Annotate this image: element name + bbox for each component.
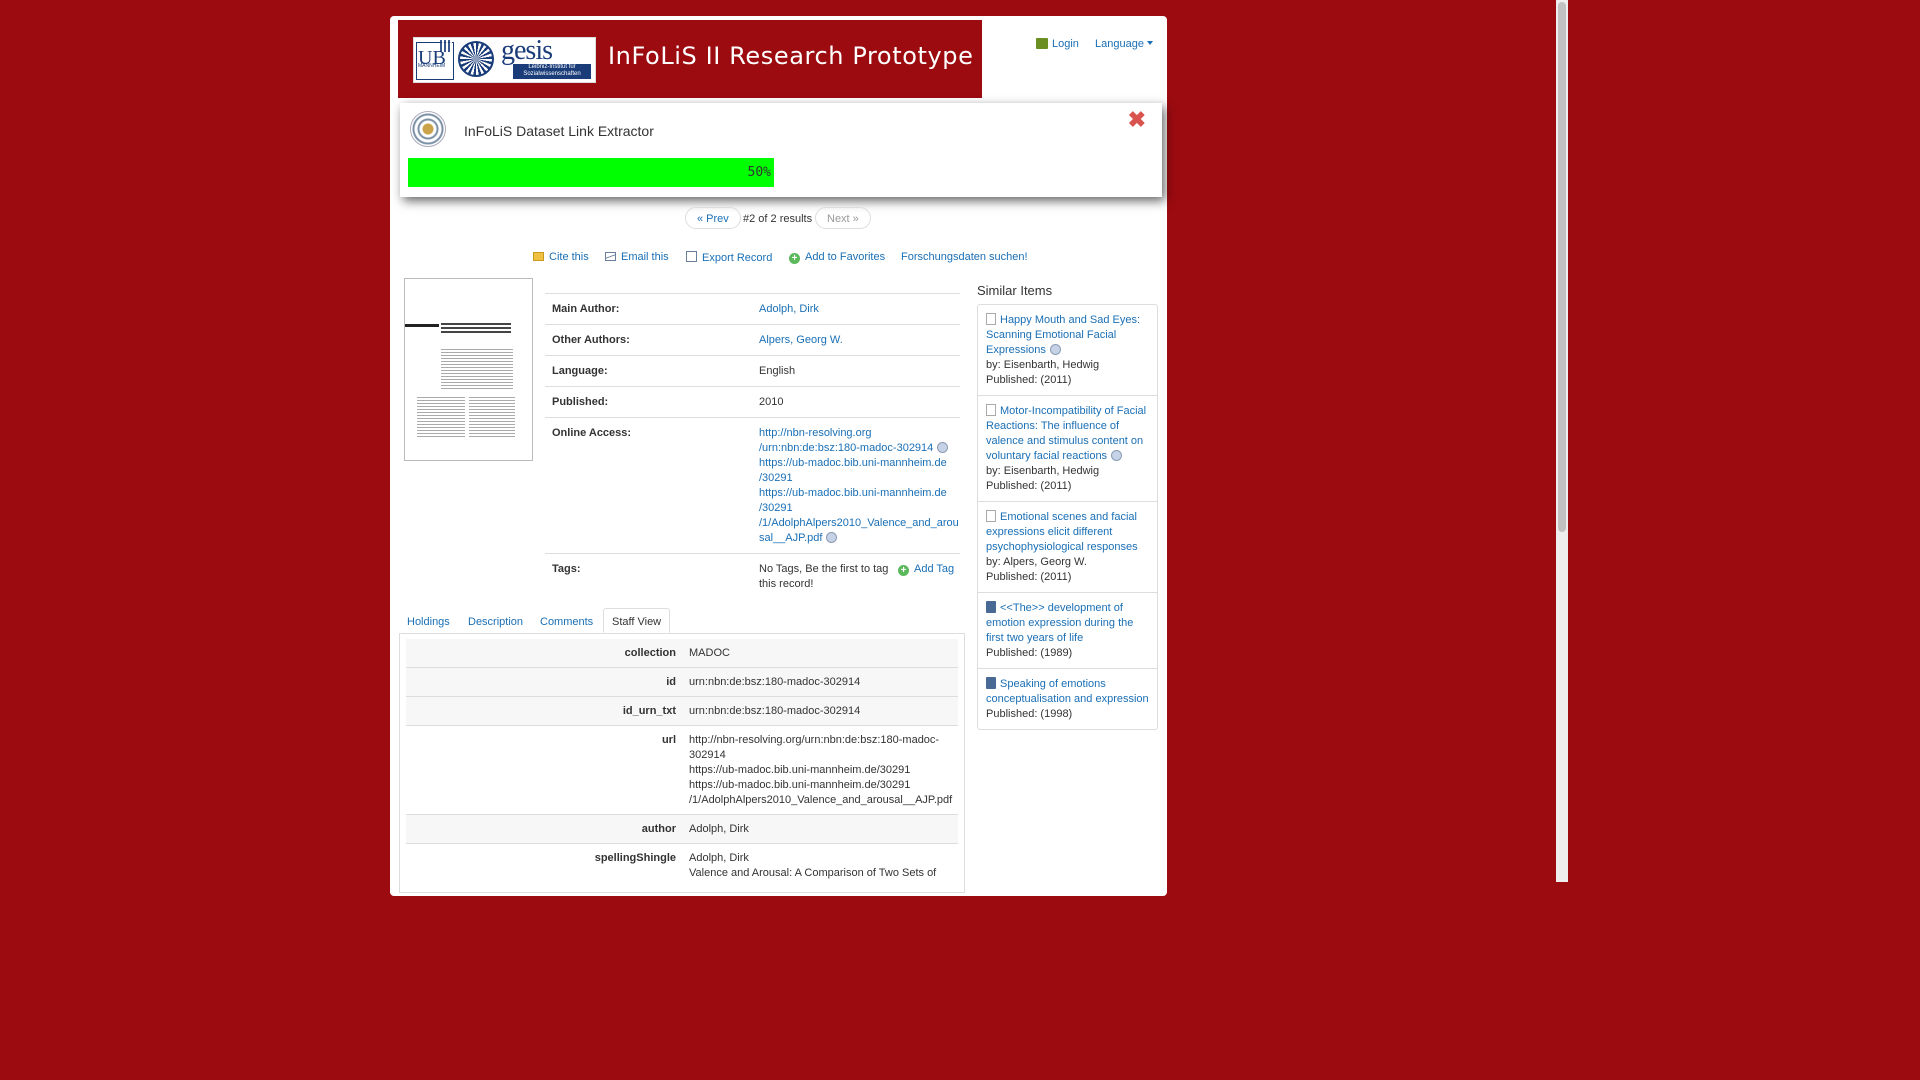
online-access-link[interactable]: http://nbn-resolving.org/urn:nbn:de:bsz:… <box>759 427 933 454</box>
online-access-link[interactable]: https://ub-madoc.bib.uni-mannheim.de/302… <box>759 457 947 484</box>
table-row: collection MADOC <box>406 639 958 667</box>
research-data-link[interactable]: Forschungsdaten suchen! <box>901 251 1028 263</box>
table-row: id_urn_txt urn:nbn:de:bsz:180-madoc-3029… <box>406 696 958 725</box>
list-item: <<The>> development of emotion expressio… <box>978 592 1157 668</box>
login-link[interactable]: Login <box>1052 38 1079 50</box>
add-tag-link[interactable]: + Add Tag <box>898 562 954 577</box>
progress-bar: 50% <box>408 158 774 187</box>
similar-item-link[interactable]: Happy Mouth and Sad Eyes: Scanning Emoti… <box>986 314 1140 356</box>
book-icon <box>986 601 996 613</box>
list-item: Speaking of emotions conceptualisation a… <box>978 668 1157 729</box>
main-author-row: Main Author: Adolph, Dirk <box>545 293 960 324</box>
similar-items-list: Happy Mouth and Sad Eyes: Scanning Emoti… <box>977 304 1158 730</box>
published-row: Published: 2010 <box>545 386 960 417</box>
tab-comments[interactable]: Comments <box>540 616 593 628</box>
tags-row: Tags: No Tags, Be the first to tag this … <box>545 553 960 599</box>
similar-item-link[interactable]: <<The>> development of emotion expressio… <box>986 602 1133 644</box>
file-icon <box>986 313 996 325</box>
envelope-icon <box>605 252 616 261</box>
infolis-logo-icon <box>410 111 446 147</box>
table-row: id urn:nbn:de:bsz:180-madoc-302914 <box>406 667 958 696</box>
extractor-title: InFoLiS Dataset Link Extractor <box>464 123 654 139</box>
tab-staff-view[interactable]: Staff View <box>603 608 671 633</box>
user-bar: Login Language <box>1036 37 1153 50</box>
plus-circle-icon: + <box>789 253 800 264</box>
extractor-panel: InFoLiS Dataset Link Extractor ✖ 50% <box>400 103 1162 197</box>
staff-view-table: collection MADOC id urn:nbn:de:bsz:180-m… <box>399 633 965 893</box>
other-authors-row: Other Authors: Alpers, Georg W. <box>545 324 960 355</box>
login-icon <box>1036 37 1048 49</box>
table-row: spellingShingle Adolph, Dirk Valence and… <box>406 843 958 887</box>
external-link-icon <box>1111 450 1123 461</box>
cite-this-link[interactable]: Cite this <box>533 251 589 263</box>
university-seal-logo <box>458 41 494 77</box>
language-dropdown[interactable]: Language <box>1095 38 1144 50</box>
language-row: Language: English <box>545 355 960 386</box>
ub-grid-mark <box>440 40 452 52</box>
online-access-row: Online Access: http://nbn-resolving.org /… <box>545 417 960 553</box>
main-author-link[interactable]: Adolph, Dirk <box>759 303 819 315</box>
tab-description[interactable]: Description <box>468 616 523 628</box>
gesis-logo: gesis Leibniz-Institut für Sozialwissens… <box>499 35 592 80</box>
result-position: #2 of 2 results <box>743 213 813 225</box>
book-icon <box>986 677 996 689</box>
scrollbar[interactable] <box>1556 0 1568 882</box>
similar-item-link[interactable]: Motor-Incompatibility of Facial Reaction… <box>986 405 1146 462</box>
record-tabs: Holdings Description Comments Staff View <box>399 608 965 634</box>
header-banner: UB MANNHEIM gesis Leibniz-Institut für So… <box>398 20 982 98</box>
email-this-link[interactable]: Email this <box>605 251 669 263</box>
cite-icon <box>533 252 544 261</box>
plus-circle-icon: + <box>898 565 909 576</box>
similar-item-link[interactable]: Emotional scenes and facial expressions … <box>986 511 1138 553</box>
external-link-icon <box>826 532 838 543</box>
other-author-link[interactable]: Alpers, Georg W. <box>759 334 843 346</box>
export-icon <box>686 251 697 262</box>
list-item: Happy Mouth and Sad Eyes: Scanning Emoti… <box>986 313 1141 386</box>
scrollbar-thumb[interactable] <box>1558 2 1566 532</box>
progress-label: 50% <box>747 165 771 180</box>
add-to-favorites-link[interactable]: + Add to Favorites <box>789 251 885 264</box>
similar-items-heading: Similar Items <box>977 283 1053 298</box>
list-item: Motor-Incompatibility of Facial Reaction… <box>978 395 1157 501</box>
record-details: Main Author: Adolph, Dirk Other Authors:… <box>545 293 960 599</box>
close-icon[interactable]: ✖ <box>1128 109 1146 131</box>
export-record-link[interactable]: Export Record <box>686 251 772 264</box>
external-link-icon <box>937 442 949 453</box>
next-button[interactable]: Next » <box>815 207 871 229</box>
external-link-icon <box>1049 344 1061 355</box>
list-item: Emotional scenes and facial expressions … <box>978 501 1157 592</box>
online-access-link[interactable]: https://ub-madoc.bib.uni-mannheim.de/302… <box>759 487 959 544</box>
tab-holdings[interactable]: Holdings <box>407 616 450 628</box>
file-icon <box>986 404 996 416</box>
table-row: url http://nbn-resolving.org/urn:nbn:de:… <box>406 725 958 814</box>
site-title: InFoLiS II Research Prototype <box>608 42 974 70</box>
tags-text: No Tags, Be the first to tag this record… <box>759 563 889 590</box>
chevron-down-icon <box>1147 41 1153 46</box>
table-row: author Adolph, Dirk <box>406 814 958 843</box>
similar-item-link[interactable]: Speaking of emotions conceptualisation a… <box>986 678 1149 705</box>
prev-button[interactable]: « Prev <box>685 207 741 229</box>
file-icon <box>986 510 996 522</box>
record-thumbnail[interactable] <box>404 278 533 461</box>
institution-logos[interactable]: UB MANNHEIM gesis Leibniz-Institut für So… <box>413 35 596 83</box>
